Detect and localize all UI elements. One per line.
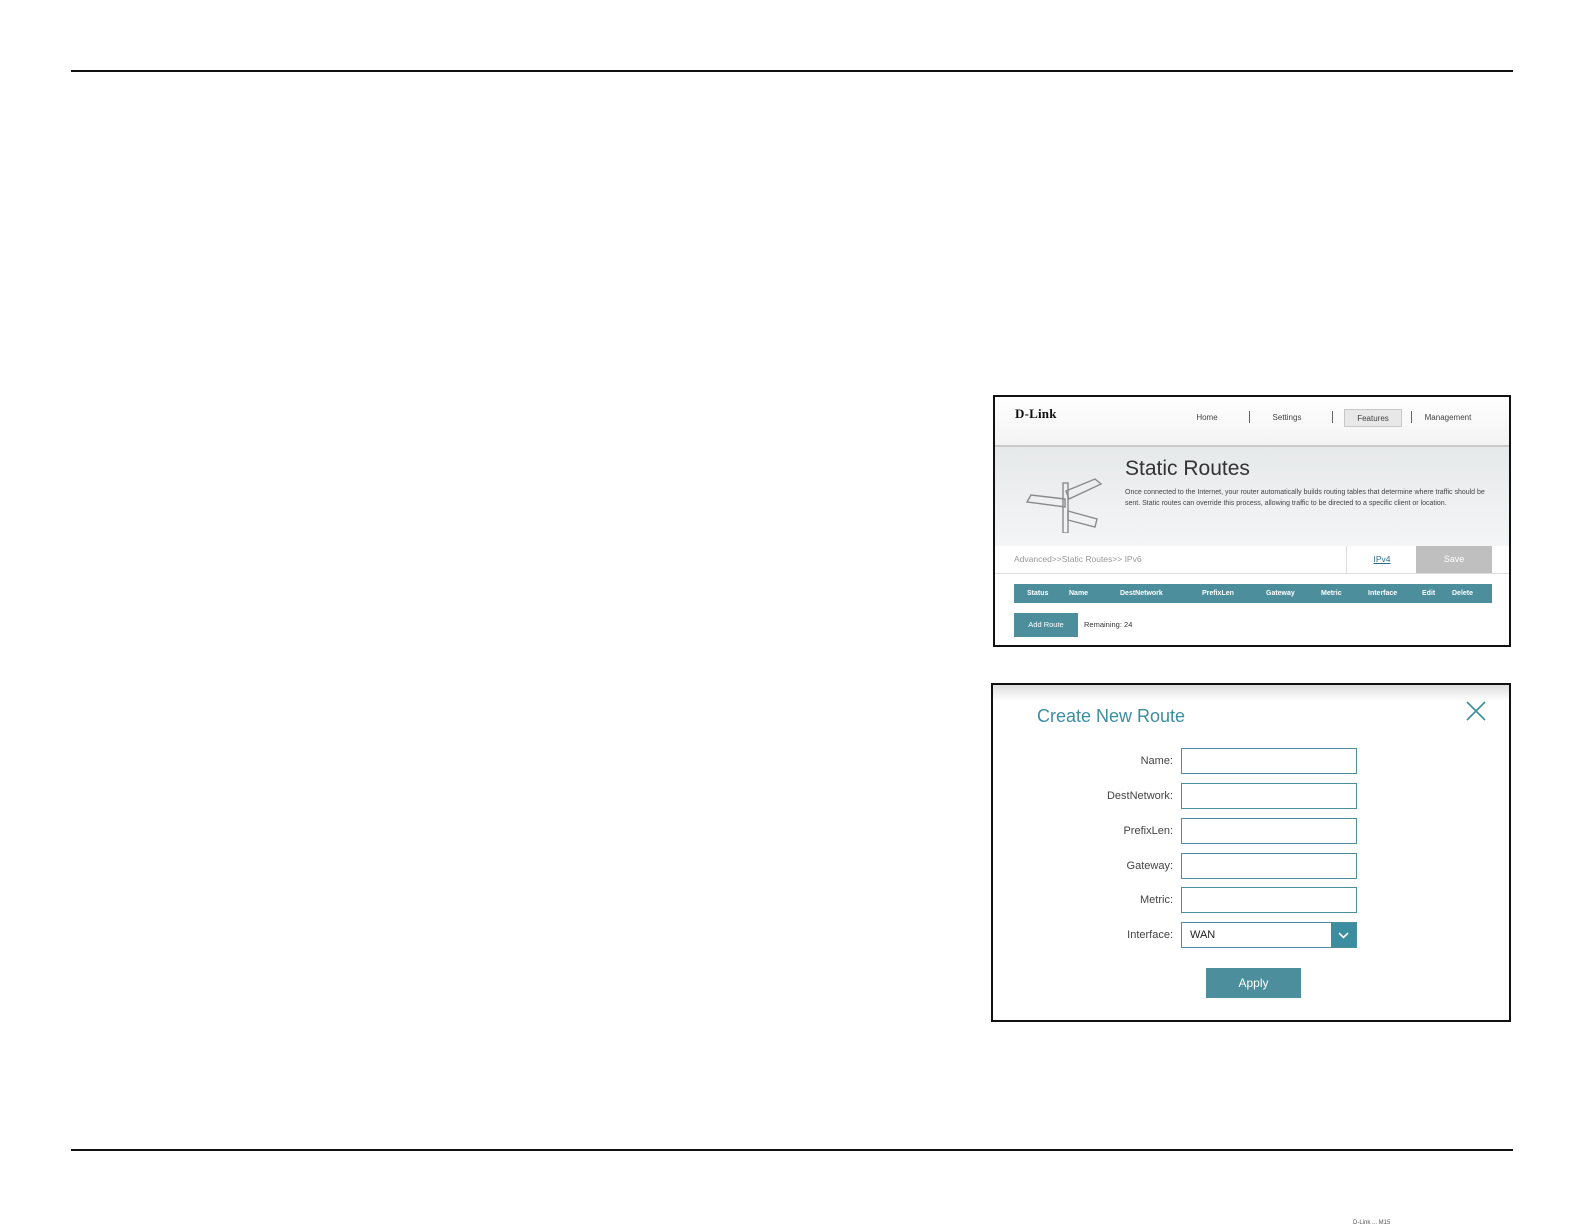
dialog-top-shadow bbox=[993, 685, 1509, 701]
top-nav-bar: D-Link Home Settings Features Management bbox=[995, 397, 1509, 447]
create-route-dialog-screenshot: Create New Route Name: DestNetwork: Pref… bbox=[991, 683, 1511, 1022]
column-header: Metric bbox=[1321, 590, 1342, 597]
dest-network-label: DestNetwork: bbox=[1106, 790, 1173, 802]
breadcrumb-bar: Advanced>>Static Routes>> IPv6 IPv4 Save bbox=[995, 546, 1509, 574]
interface-label: Interface: bbox=[1127, 929, 1173, 941]
column-header: Delete bbox=[1452, 590, 1474, 597]
name-label: Name: bbox=[1140, 755, 1173, 767]
nav-settings[interactable]: Settings bbox=[1269, 409, 1305, 427]
metric-row: Metric: bbox=[993, 887, 1509, 913]
breadcrumb: Advanced>>Static Routes>> IPv6 bbox=[1014, 554, 1142, 564]
nav-separator bbox=[1249, 411, 1250, 423]
close-icon[interactable] bbox=[1464, 699, 1488, 723]
column-header: Gateway bbox=[1266, 590, 1295, 597]
signpost-icon bbox=[1025, 478, 1103, 533]
dlink-logo: D-Link bbox=[1015, 406, 1057, 421]
page-banner: Static Routes Once connected to the Inte… bbox=[995, 447, 1509, 546]
nav-features[interactable]: Features bbox=[1344, 409, 1402, 427]
column-header: PrefixLen bbox=[1202, 590, 1234, 597]
interface-select[interactable]: WAN bbox=[1181, 922, 1357, 948]
interface-selected-value: WAN bbox=[1190, 929, 1216, 941]
interface-dropdown-button[interactable] bbox=[1331, 923, 1356, 947]
page-title: Static Routes bbox=[1125, 457, 1250, 480]
ipv4-link[interactable]: IPv4 bbox=[1346, 546, 1417, 573]
dest-network-row: DestNetwork: bbox=[993, 783, 1509, 809]
prefix-len-row: PrefixLen: bbox=[993, 818, 1509, 844]
prefix-len-label: PrefixLen: bbox=[1123, 825, 1173, 837]
gateway-label: Gateway: bbox=[1126, 860, 1173, 872]
dialog-title: Create New Route bbox=[1037, 706, 1186, 726]
static-routes-screenshot: D-Link Home Settings Features Management… bbox=[993, 395, 1511, 647]
apply-button[interactable]: Apply bbox=[1206, 968, 1301, 998]
save-button[interactable]: Save bbox=[1416, 546, 1492, 573]
column-header: DestNetwork bbox=[1120, 590, 1163, 597]
metric-label: Metric: bbox=[1140, 894, 1173, 906]
routes-table-header: Status Name DestNetwork PrefixLen Gatewa… bbox=[1014, 584, 1492, 603]
gateway-row: Gateway: bbox=[993, 853, 1509, 879]
nav-home[interactable]: Home bbox=[1193, 409, 1221, 427]
name-input[interactable] bbox=[1181, 748, 1357, 774]
bottom-rule bbox=[71, 1149, 1513, 1151]
prefix-len-input[interactable] bbox=[1181, 818, 1357, 844]
column-header: Edit bbox=[1422, 590, 1436, 597]
name-row: Name: bbox=[993, 748, 1509, 774]
remaining-count: Remaining: 24 bbox=[1084, 620, 1133, 629]
metric-input[interactable] bbox=[1181, 887, 1357, 913]
column-header: Status bbox=[1027, 590, 1049, 597]
page-description: Once connected to the Internet, your rou… bbox=[1125, 489, 1485, 507]
column-header: Interface bbox=[1368, 590, 1398, 597]
chevron-down-icon bbox=[1338, 932, 1349, 939]
nav-management[interactable]: Management bbox=[1421, 409, 1475, 427]
top-rule bbox=[71, 70, 1513, 72]
nav-separator bbox=[1332, 411, 1333, 423]
column-header: Name bbox=[1069, 590, 1089, 597]
dest-network-input[interactable] bbox=[1181, 783, 1357, 809]
interface-row: Interface: WAN bbox=[993, 922, 1509, 948]
nav-separator bbox=[1411, 411, 1412, 423]
add-route-button[interactable]: Add Route bbox=[1014, 613, 1078, 637]
footer-text: D-Link ... M15 bbox=[1353, 1220, 1391, 1226]
gateway-input[interactable] bbox=[1181, 853, 1357, 879]
